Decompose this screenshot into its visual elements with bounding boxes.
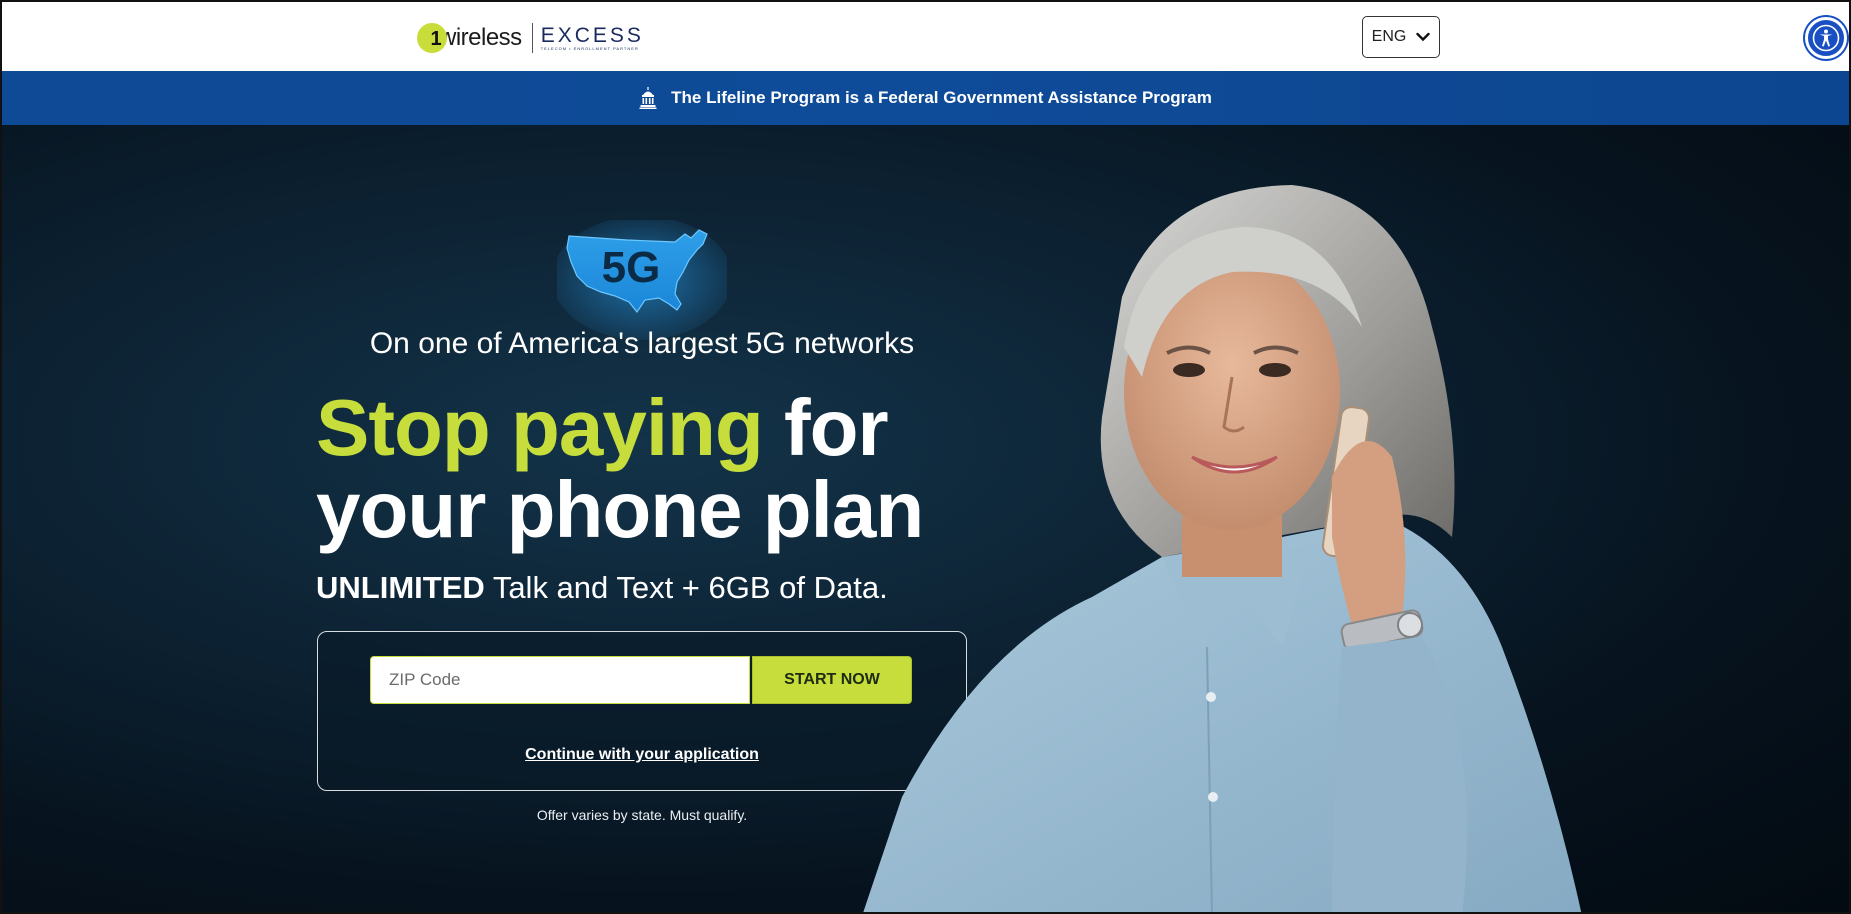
logo-wireless: wireless bbox=[439, 24, 522, 51]
hero-section: 5G On one of America's largest 5G networ… bbox=[2, 125, 1849, 912]
site-header: 1 wireless EXCESS TELECOM • ENROLLMENT P… bbox=[2, 2, 1849, 71]
logo-dot-icon: 1 bbox=[417, 23, 447, 53]
logo-divider bbox=[531, 23, 533, 53]
plan-details: Talk and Text + 6GB of Data. bbox=[484, 570, 888, 605]
capitol-icon bbox=[639, 87, 657, 109]
partner-logo-name: EXCESS bbox=[540, 23, 644, 47]
banner-text: The Lifeline Program is a Federal Govern… bbox=[671, 88, 1212, 107]
language-selector[interactable]: ENG bbox=[1362, 16, 1440, 58]
page: 1 wireless EXCESS TELECOM • ENROLLMENT P… bbox=[0, 0, 1851, 914]
language-label: ENG bbox=[1371, 28, 1407, 45]
accessibility-icon bbox=[1812, 24, 1840, 52]
plan-summary: UNLIMITED Talk and Text + 6GB of Data. bbox=[316, 570, 888, 606]
headline-accent: Stop paying bbox=[316, 383, 764, 472]
headline-line2: your phone plan bbox=[316, 465, 924, 554]
chevron-down-icon bbox=[1416, 32, 1431, 42]
5g-badge: 5G bbox=[602, 243, 661, 292]
zip-code-input[interactable] bbox=[370, 656, 750, 704]
logo-one: 1 bbox=[430, 27, 442, 50]
woman-on-phone-image bbox=[863, 185, 1582, 912]
lifeline-banner: The Lifeline Program is a Federal Govern… bbox=[2, 71, 1849, 125]
logo[interactable]: 1 wireless EXCESS TELECOM • ENROLLMENT P… bbox=[417, 20, 644, 56]
usa-5g-map-icon: 5G bbox=[557, 220, 727, 340]
partner-logo-sub: TELECOM • ENROLLMENT PARTNER bbox=[540, 45, 639, 51]
accessibility-button[interactable] bbox=[1805, 17, 1847, 59]
partner-logo: EXCESS TELECOM • ENROLLMENT PARTNER bbox=[540, 23, 644, 51]
plan-unlimited: UNLIMITED bbox=[316, 570, 485, 605]
